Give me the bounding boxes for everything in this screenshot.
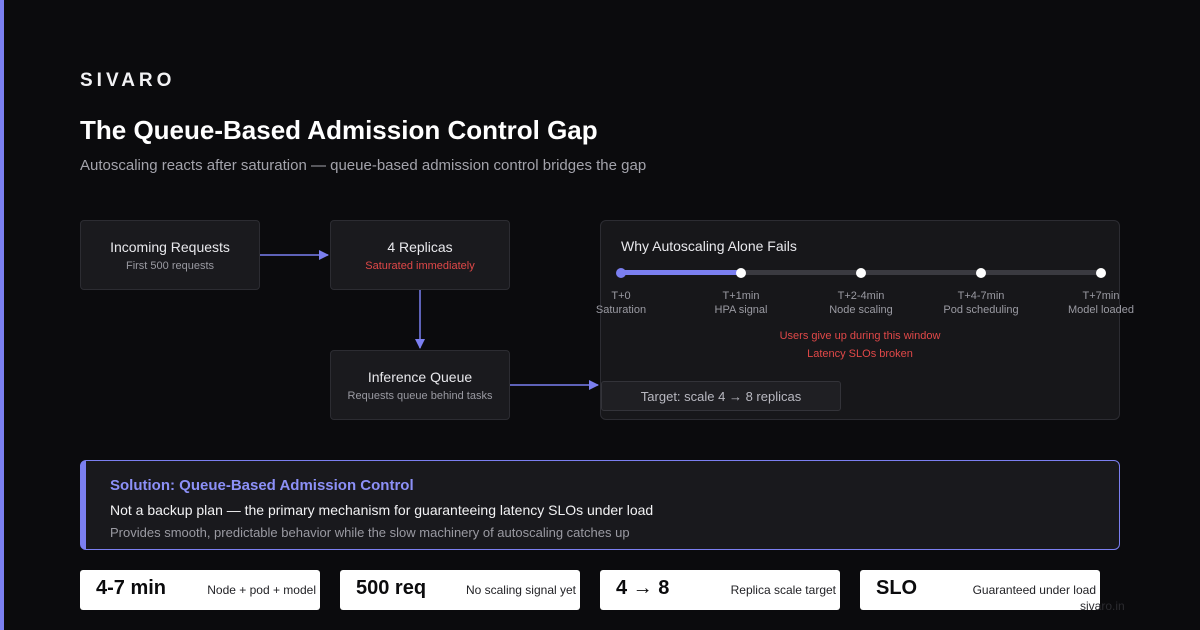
scale-target-box: Target: scale 4 → 8 replicas: [601, 381, 841, 411]
stat-card-time: 4-7 min Node + pod + model: [80, 570, 320, 610]
incoming-requests-sub: First 500 requests: [125, 259, 215, 272]
stat-card-replicas: 4 → 8 Replica scale target: [600, 570, 840, 610]
milestone-event: Pod scheduling: [943, 304, 1019, 316]
timeline-milestone-dot: [616, 268, 626, 278]
stat-value: SLO: [876, 577, 918, 599]
milestone-time: T+7min: [1082, 290, 1120, 302]
timeline-title: Why Autoscaling Alone Fails: [621, 238, 797, 254]
stat-value: 4 → 8: [616, 577, 670, 599]
stat-value: 500 req: [356, 577, 427, 599]
footer-url: sivaro.in: [1080, 599, 1125, 613]
timeline-milestone-dot: [856, 268, 866, 278]
stat-label: Node + pod + model: [207, 583, 316, 597]
solution-detail: Provides smooth, predictable behavior wh…: [110, 525, 630, 540]
milestone-event: Node scaling: [829, 304, 893, 316]
solution-title: Solution: Queue-Based Admission Control: [110, 477, 414, 494]
timeline-milestone-label: T+4-7min Pod scheduling: [921, 289, 1041, 317]
timeline-milestone-dot: [736, 268, 746, 278]
stat-card-requests: 500 req No scaling signal yet: [340, 570, 580, 610]
replicas-label: 4 Replicas: [387, 238, 453, 255]
solution-callout: Solution: Queue-Based Admission Control …: [80, 460, 1120, 550]
stat-label: Replica scale target: [730, 583, 836, 597]
timeline-warning-users: Users give up during this window: [779, 330, 941, 342]
milestone-time: T+0: [611, 290, 631, 302]
milestone-event: Saturation: [595, 304, 647, 316]
solution-description: Not a backup plan — the primary mechanis…: [110, 502, 654, 518]
timeline-milestone-dot: [1096, 268, 1106, 278]
milestone-event: Model loaded: [1067, 304, 1135, 316]
stat-label: Guaranteed under load: [972, 583, 1096, 597]
timeline-milestone-label: T+7min Model loaded: [1041, 289, 1161, 317]
timeline-progress-fill: [621, 270, 741, 275]
milestone-time: T+2-4min: [837, 290, 885, 302]
milestone-time: T+4-7min: [957, 290, 1005, 302]
replicas-node: 4 Replicas Saturated immediately: [330, 220, 510, 290]
stat-label: No scaling signal yet: [465, 583, 576, 597]
stat-card-slo: SLO Guaranteed under load: [860, 570, 1100, 610]
timeline-milestone-label: T+0 Saturation: [561, 289, 681, 317]
milestone-time: T+1min: [722, 290, 760, 302]
timeline-warning-slo: Latency SLOs broken: [807, 348, 913, 360]
inference-queue-node: Inference Queue Requests queue behind ta…: [330, 350, 510, 420]
milestone-event: HPA signal: [714, 304, 768, 316]
inference-queue-label: Inference Queue: [367, 368, 473, 385]
timeline-milestone-label: T+2-4min Node scaling: [801, 289, 921, 317]
stat-value: 4-7 min: [96, 577, 167, 599]
timeline-panel: Why Autoscaling Alone Fails T+0 Saturatio…: [596, 220, 1134, 420]
incoming-requests-node: Incoming Requests First 500 requests: [80, 220, 260, 290]
inference-queue-sub: Requests queue behind tasks: [347, 389, 493, 402]
incoming-requests-label: Incoming Requests: [110, 238, 230, 255]
timeline-milestone-label: T+1min HPA signal: [681, 289, 801, 317]
replicas-sub: Saturated immediately: [365, 259, 475, 272]
timeline-milestone-dot: [976, 268, 986, 278]
